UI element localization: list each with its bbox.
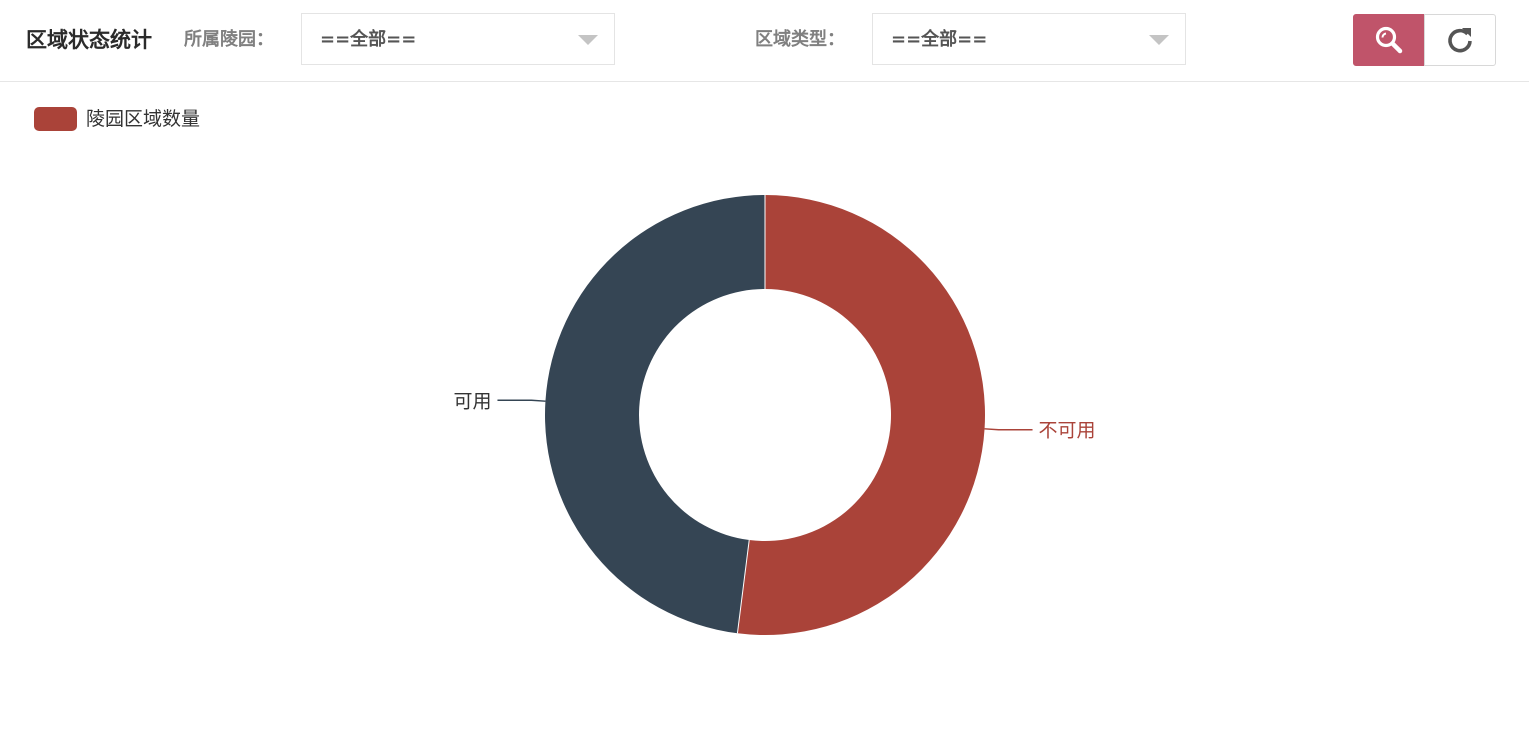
slice-label: 可用: [453, 390, 491, 412]
slice-label-leader-line: [497, 399, 546, 402]
slice-label: 不可用: [1039, 420, 1096, 442]
slice-label-leader-line: [984, 428, 1033, 431]
pie-slice[interactable]: [544, 195, 765, 634]
pie-slice[interactable]: [737, 195, 985, 635]
donut-chart: 不可用 可用: [453, 195, 1096, 635]
